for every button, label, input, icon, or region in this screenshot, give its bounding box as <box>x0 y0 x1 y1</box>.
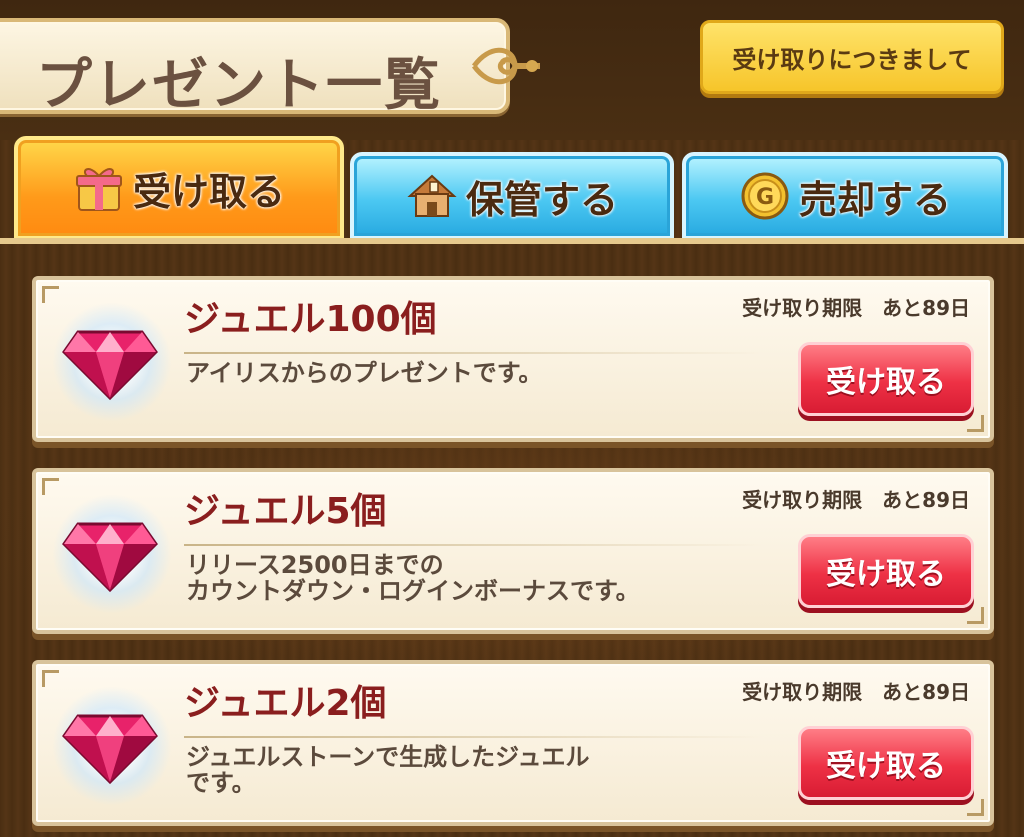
svg-text:G: G <box>756 185 774 210</box>
item-description: リリース2500日までの カウントダウン・ログインボーナスです。 <box>186 551 640 605</box>
tab-sell-label: 売却する <box>798 177 951 222</box>
item-name: ジュエル5個 <box>184 491 387 532</box>
receive-button[interactable]: 受け取る <box>798 342 974 416</box>
tab-sell[interactable]: G 売却する <box>682 152 1008 240</box>
about-receiving-button[interactable]: 受け取りにつきまして <box>700 20 1004 94</box>
expiry-label: 受け取り期限 あと89日 <box>742 488 970 512</box>
tab-divider <box>0 238 1024 244</box>
item-name: ジュエル100個 <box>184 299 437 340</box>
receive-button[interactable]: 受け取る <box>798 726 974 800</box>
tab-store-label: 保管する <box>465 177 618 222</box>
item-name: ジュエル2個 <box>184 683 387 724</box>
tab-receive-label: 受け取る <box>132 169 285 214</box>
title-plate: プレゼント一覧 <box>0 18 510 118</box>
divider <box>184 736 764 738</box>
gold-coin-icon: G <box>741 172 789 220</box>
expiry-label: 受け取り期限 あと89日 <box>742 680 970 704</box>
present-item: ジュエル5個 リリース2500日までの カウントダウン・ログインボーナスです。 … <box>32 468 994 634</box>
divider <box>184 352 764 354</box>
page-title: プレゼント一覧 <box>36 53 442 118</box>
item-description: アイリスからのプレゼントです。 <box>186 359 543 387</box>
scroll-ornament-icon <box>471 47 540 85</box>
tab-receive[interactable]: 受け取る <box>14 136 344 240</box>
tab-bar: 受け取る 保管する G 売却する <box>0 136 1024 244</box>
jewel-icon <box>62 330 158 400</box>
present-item: ジュエル100個 アイリスからのプレゼントです。 受け取り期限 あと89日 受け… <box>32 276 994 442</box>
present-item: ジュエル2個 ジュエルストーンで生成したジュエル です。 受け取り期限 あと89… <box>32 660 994 826</box>
house-icon <box>407 174 457 217</box>
divider <box>184 544 764 546</box>
gift-icon <box>75 168 122 211</box>
jewel-icon <box>62 714 158 784</box>
expiry-label: 受け取り期限 あと89日 <box>742 296 970 320</box>
tab-store[interactable]: 保管する <box>350 152 674 240</box>
jewel-icon <box>62 522 158 592</box>
receive-button[interactable]: 受け取る <box>798 534 974 608</box>
item-description: ジュエルストーンで生成したジュエル です。 <box>186 743 590 797</box>
